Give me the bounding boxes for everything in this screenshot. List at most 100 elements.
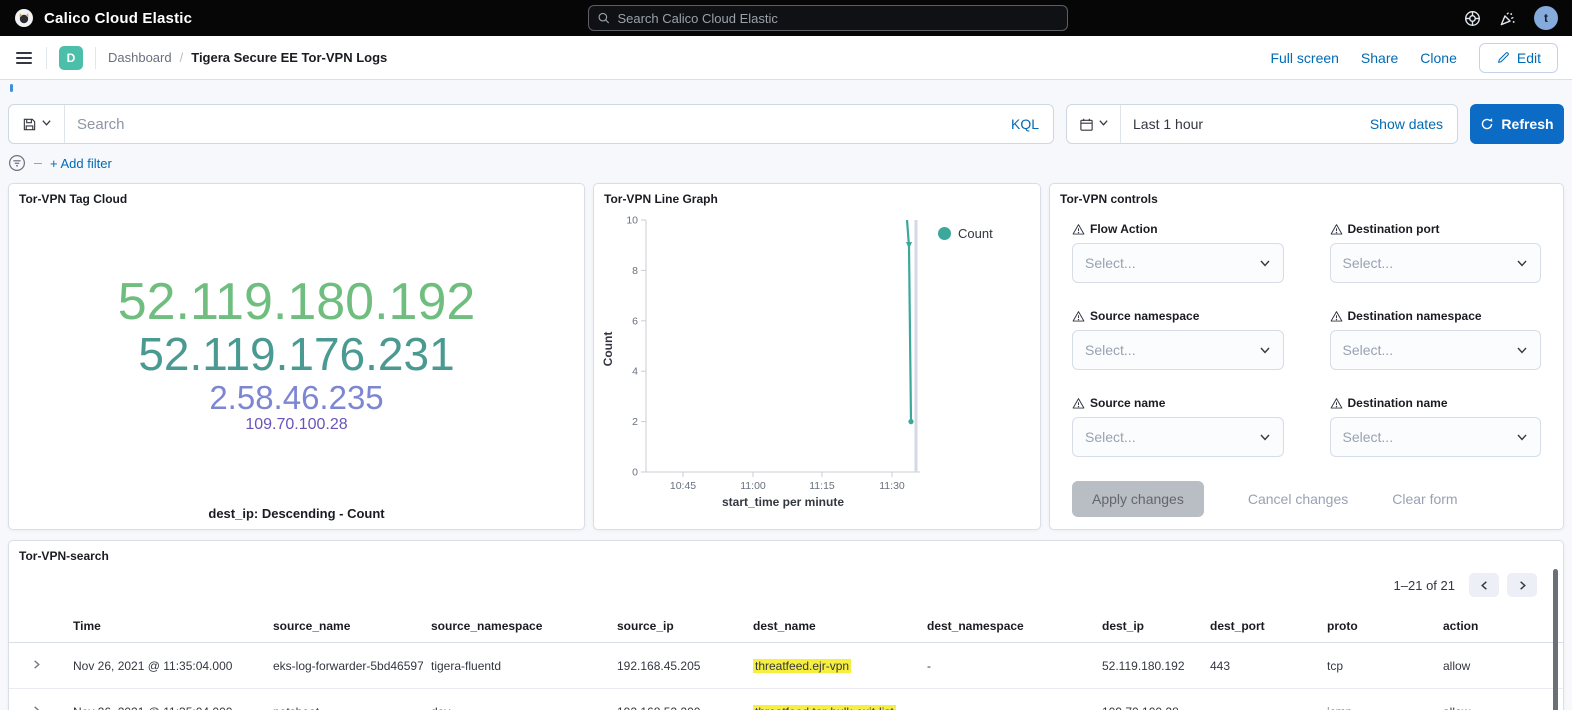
share-link[interactable]: Share xyxy=(1361,50,1398,66)
control-field: Flow Action Select... xyxy=(1072,222,1284,283)
series-arrow-marker xyxy=(906,242,912,249)
query-search-input[interactable] xyxy=(65,116,997,133)
cell-dest-ip: 109.70.100.28 xyxy=(1094,705,1202,710)
svg-text:11:00: 11:00 xyxy=(740,480,766,492)
saved-query-menu[interactable] xyxy=(9,105,65,143)
warning-icon xyxy=(1330,397,1343,410)
legend-label: Count xyxy=(958,226,993,241)
panel-title: Tor-VPN controls xyxy=(1050,184,1563,210)
line-chart: Count 10 8 6 4 2 0 xyxy=(594,210,1040,510)
series-end-point xyxy=(908,419,913,424)
column-header: dest_namespace xyxy=(919,619,1094,633)
warning-icon xyxy=(1072,223,1085,236)
cell-dest-namespace: - xyxy=(919,659,1094,673)
tag-cloud-term[interactable]: 109.70.100.28 xyxy=(245,416,347,433)
chevron-down-icon xyxy=(1259,257,1271,269)
tag-cloud-term[interactable]: 2.58.46.235 xyxy=(209,380,383,416)
row-expander[interactable] xyxy=(9,659,65,673)
table-scrollbar[interactable] xyxy=(1553,569,1558,710)
table-body: Nov 26, 2021 @ 11:35:04.000 eks-log-forw… xyxy=(9,643,1563,710)
warning-icon xyxy=(1330,223,1343,236)
control-field: Source name Select... xyxy=(1072,396,1284,457)
cell-dest-name: threatfeed.tor-bulk-exit-list xyxy=(745,705,919,710)
controls-panel: Tor-VPN controls Flow Action xyxy=(1049,183,1564,530)
chevron-down-icon xyxy=(1516,431,1528,443)
breadcrumb-separator: / xyxy=(180,50,184,65)
filter-circle-icon[interactable] xyxy=(8,154,26,172)
cell-source-namespace: tigera-fluentd xyxy=(423,659,609,673)
cell-time: Nov 26, 2021 @ 11:35:04.000 xyxy=(65,659,265,673)
show-dates-link[interactable]: Show dates xyxy=(1370,116,1457,132)
cell-proto: tcp xyxy=(1319,659,1435,673)
svg-text:8: 8 xyxy=(632,265,638,277)
cell-time: Nov 26, 2021 @ 11:35:04.000 xyxy=(65,705,265,710)
legend-item-count[interactable]: Count xyxy=(938,212,1020,510)
newsfeed-icon[interactable] xyxy=(1499,10,1516,27)
scroll-accent xyxy=(10,84,13,92)
control-select[interactable]: Select... xyxy=(1330,330,1542,370)
row-expander[interactable] xyxy=(9,705,65,710)
prev-page-button[interactable] xyxy=(1469,573,1499,597)
add-filter-link[interactable]: + Add filter xyxy=(50,156,112,171)
column-header: source_namespace xyxy=(423,619,609,633)
cell-dest-name: threatfeed.ejr-vpn xyxy=(745,659,919,673)
time-picker-menu[interactable] xyxy=(1067,105,1121,143)
edit-label: Edit xyxy=(1517,50,1541,66)
refresh-icon xyxy=(1480,117,1494,131)
help-icon[interactable] xyxy=(1464,10,1481,27)
control-select[interactable]: Select... xyxy=(1072,417,1284,457)
chevron-left-icon xyxy=(1479,580,1490,591)
svg-text:2: 2 xyxy=(632,416,638,428)
time-range-value[interactable]: Last 1 hour xyxy=(1121,116,1370,132)
cell-source-ip: 192.168.45.205 xyxy=(609,659,745,673)
refresh-button[interactable]: Refresh xyxy=(1470,104,1564,144)
control-field: Source namespace Select... xyxy=(1072,309,1284,370)
control-field: Destination name Select... xyxy=(1330,396,1542,457)
full-screen-link[interactable]: Full screen xyxy=(1270,50,1338,66)
breadcrumb-dashboard[interactable]: Dashboard xyxy=(108,50,172,65)
column-header: proto xyxy=(1319,619,1435,633)
app-title: Calico Cloud Elastic xyxy=(44,10,192,27)
table-row: Nov 26, 2021 @ 11:35:04.000 eks-log-forw… xyxy=(9,643,1563,689)
svg-text:11:15: 11:15 xyxy=(809,480,835,492)
cell-proto: icmp xyxy=(1319,705,1435,710)
edit-button[interactable]: Edit xyxy=(1479,43,1558,73)
tag-cloud-term[interactable]: 52.119.180.192 xyxy=(118,274,476,330)
chevron-down-icon xyxy=(1516,344,1528,356)
table-row: Nov 26, 2021 @ 11:35:04.000 netshoot dev… xyxy=(9,689,1563,710)
legend-swatch xyxy=(938,227,951,240)
control-field-label: Flow Action xyxy=(1072,222,1284,236)
global-search[interactable] xyxy=(588,5,1068,31)
clone-link[interactable]: Clone xyxy=(1420,50,1457,66)
kql-toggle[interactable]: KQL xyxy=(997,116,1053,132)
control-select[interactable]: Select... xyxy=(1072,243,1284,283)
control-select[interactable]: Select... xyxy=(1330,243,1542,283)
next-page-button[interactable] xyxy=(1507,573,1537,597)
menu-icon[interactable] xyxy=(14,48,34,68)
cell-dest-port: - xyxy=(1202,705,1319,710)
avatar[interactable]: t xyxy=(1534,6,1558,30)
panel-title: Tor-VPN Tag Cloud xyxy=(9,184,584,210)
count-series-line xyxy=(907,220,911,422)
cell-dest-ip: 52.119.180.192 xyxy=(1094,659,1202,673)
control-field: Destination namespace Select... xyxy=(1330,309,1542,370)
control-field-label: Source name xyxy=(1072,396,1284,410)
cancel-changes-button[interactable]: Cancel changes xyxy=(1248,491,1348,507)
column-header: dest_port xyxy=(1202,619,1319,633)
chevron-down-icon xyxy=(1098,117,1109,128)
search-table-panel: Tor-VPN-search 1–21 of 21 Timesource_nam… xyxy=(8,540,1564,710)
global-search-input[interactable] xyxy=(617,11,1059,26)
global-header: Calico Cloud Elastic t xyxy=(0,0,1572,36)
dashboard-app-badge[interactable]: D xyxy=(59,46,83,70)
control-select[interactable]: Select... xyxy=(1330,417,1542,457)
save-query-icon xyxy=(22,117,37,132)
apply-changes-button[interactable]: Apply changes xyxy=(1072,481,1204,517)
control-select[interactable]: Select... xyxy=(1072,330,1284,370)
column-header: action xyxy=(1435,619,1563,633)
clear-form-button[interactable]: Clear form xyxy=(1392,491,1457,507)
line-chart-svg: 10 8 6 4 2 0 10:45 11:00 11:15 11:30 xyxy=(616,212,938,510)
svg-text:6: 6 xyxy=(632,315,638,327)
tag-cloud-term[interactable]: 52.119.176.231 xyxy=(138,330,454,380)
warning-icon xyxy=(1072,397,1085,410)
cell-source-name: eks-log-forwarder-5bd4659786-cwd2r xyxy=(265,659,423,673)
